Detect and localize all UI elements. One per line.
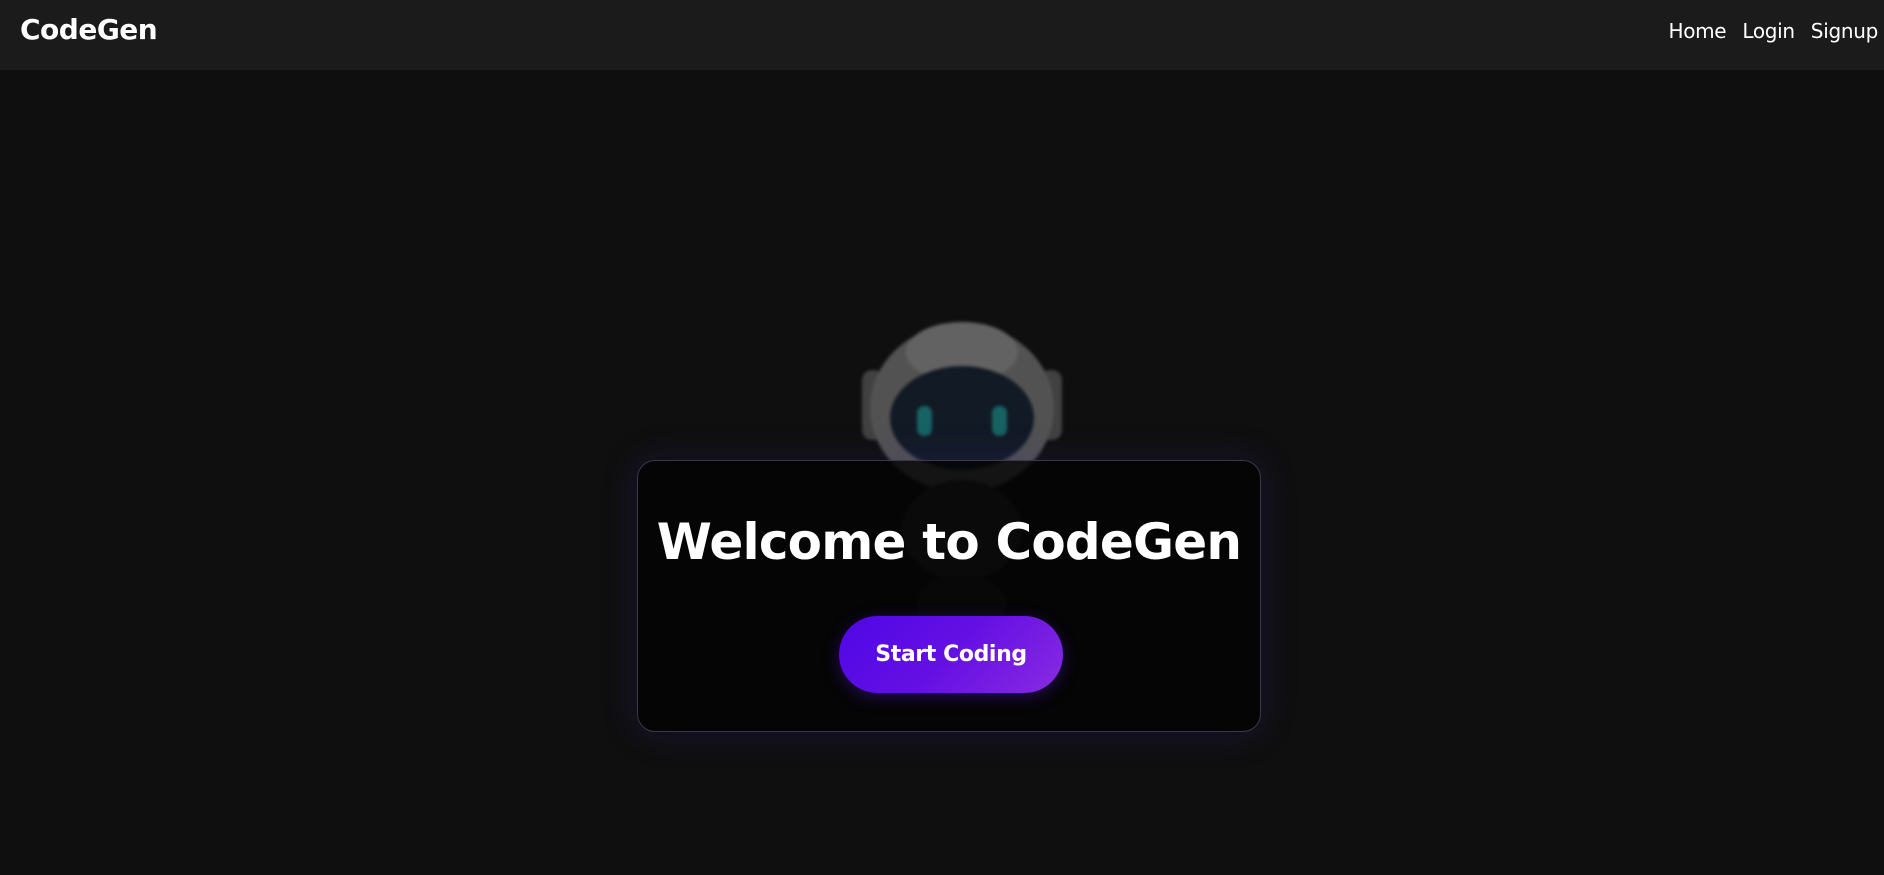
navbar: CodeGen Home Login Signup <box>0 0 1884 70</box>
brand-logo[interactable]: CodeGen <box>20 13 158 46</box>
robot-eye-left <box>917 406 932 436</box>
nav-links: Home Login Signup <box>1668 19 1878 43</box>
welcome-title: Welcome to CodeGen <box>656 513 1242 571</box>
robot-visor <box>890 366 1034 470</box>
nav-link-signup[interactable]: Signup <box>1811 19 1879 43</box>
start-coding-button[interactable]: Start Coding <box>839 616 1063 693</box>
main-content: Welcome to CodeGen Start Coding <box>0 70 1884 875</box>
nav-link-login[interactable]: Login <box>1742 19 1795 43</box>
robot-eye-right <box>992 406 1007 436</box>
welcome-card: Welcome to CodeGen Start Coding <box>637 460 1261 732</box>
nav-link-home[interactable]: Home <box>1668 19 1726 43</box>
